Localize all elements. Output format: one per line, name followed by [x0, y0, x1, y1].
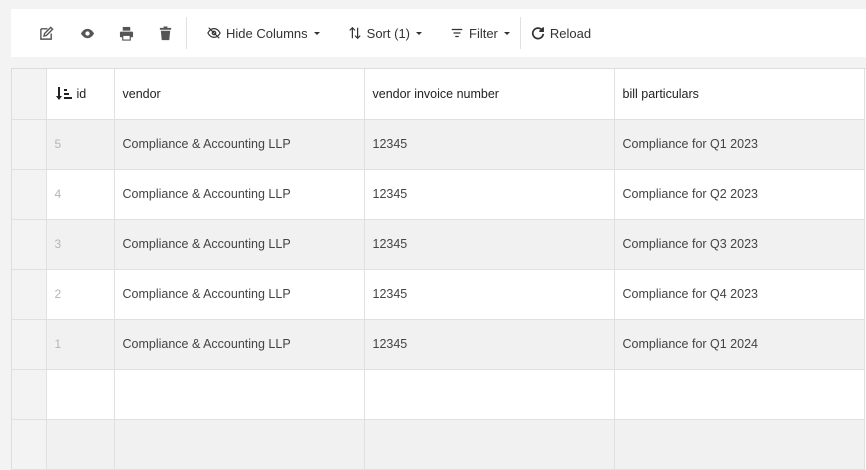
reload-button[interactable]: Reload — [527, 18, 599, 48]
empty-row[interactable] — [12, 419, 865, 470]
vendor-cell[interactable]: Compliance & Accounting LLP — [114, 269, 365, 320]
bill-particulars-cell[interactable]: Compliance for Q2 2023 — [614, 169, 865, 220]
eye-icon[interactable] — [72, 18, 102, 48]
invoice-number-cell[interactable]: 12345 — [364, 219, 615, 270]
bill-particulars-cell[interactable]: Compliance for Q4 2023 — [614, 269, 865, 320]
toolbar-divider — [186, 17, 187, 49]
row-select-cell[interactable] — [12, 269, 47, 320]
reload-icon — [531, 26, 545, 40]
id-cell[interactable]: 4 — [46, 169, 115, 220]
data-grid: id vendor vendor invoice number bill par… — [11, 68, 866, 470]
vendor-cell[interactable]: Compliance & Accounting LLP — [114, 119, 365, 170]
invoice-number-cell[interactable]: 12345 — [364, 169, 615, 220]
column-header-vendor-invoice-number[interactable]: vendor invoice number — [364, 69, 615, 120]
trash-icon[interactable] — [150, 18, 180, 48]
column-header-bill-particulars[interactable]: bill particulars — [614, 69, 865, 120]
empty-cell[interactable] — [364, 419, 615, 470]
print-icon[interactable] — [111, 18, 141, 48]
vendor-cell[interactable]: Compliance & Accounting LLP — [114, 169, 365, 220]
empty-cell[interactable] — [114, 419, 365, 470]
table-row[interactable]: 3 Compliance & Accounting LLP 12345 Comp… — [12, 219, 865, 270]
column-header-label: vendor invoice number — [372, 86, 499, 101]
caret-down-icon — [416, 31, 422, 35]
sort-button[interactable]: Sort (1) — [340, 18, 430, 48]
table-row[interactable]: 4 Compliance & Accounting LLP 12345 Comp… — [12, 169, 865, 220]
empty-cell[interactable] — [46, 419, 115, 470]
row-select-cell[interactable] — [12, 219, 47, 270]
bill-particulars-cell[interactable]: Compliance for Q1 2024 — [614, 319, 865, 370]
invoice-number-cell[interactable]: 12345 — [364, 319, 615, 370]
row-select-cell[interactable] — [12, 119, 47, 170]
invoice-number-cell[interactable]: 12345 — [364, 269, 615, 320]
sort-descending-icon — [55, 86, 72, 100]
row-select-cell[interactable] — [12, 419, 47, 470]
column-header-label: id — [76, 86, 87, 101]
empty-cell[interactable] — [364, 369, 615, 420]
bill-particulars-cell[interactable]: Compliance for Q1 2023 — [614, 119, 865, 170]
data-table: id vendor vendor invoice number bill par… — [12, 69, 865, 470]
bill-particulars-cell[interactable]: Compliance for Q3 2023 — [614, 219, 865, 270]
invoice-number-cell[interactable]: 12345 — [364, 119, 615, 170]
row-select-cell[interactable] — [12, 369, 47, 420]
row-select-cell[interactable] — [12, 319, 47, 370]
hide-columns-button[interactable]: Hide Columns — [199, 18, 328, 48]
caret-down-icon — [313, 31, 320, 35]
table-row[interactable]: 2 Compliance & Accounting LLP 12345 Comp… — [12, 269, 865, 320]
sort-label: Sort (1) — [366, 25, 410, 41]
filter-icon — [451, 28, 463, 38]
empty-cell[interactable] — [614, 419, 865, 470]
column-header-vendor[interactable]: vendor — [114, 69, 365, 120]
eye-slash-icon — [207, 27, 221, 39]
empty-cell[interactable] — [614, 369, 865, 420]
reload-label: Reload — [549, 25, 592, 41]
vendor-cell[interactable]: Compliance & Accounting LLP — [114, 219, 365, 270]
id-cell[interactable]: 2 — [46, 269, 115, 320]
table-row[interactable]: 1 Compliance & Accounting LLP 12345 Comp… — [12, 319, 865, 370]
id-cell[interactable]: 5 — [46, 119, 115, 170]
filter-button[interactable]: Filter — [442, 18, 518, 48]
column-header-label: vendor — [122, 86, 161, 101]
edit-icon[interactable] — [31, 18, 61, 48]
table-row[interactable]: 5 Compliance & Accounting LLP 12345 Comp… — [12, 119, 865, 170]
id-cell[interactable]: 3 — [46, 219, 115, 270]
filter-label: Filter — [469, 25, 498, 41]
caret-down-icon — [503, 31, 510, 35]
column-header-label: bill particulars — [622, 86, 699, 101]
empty-cell[interactable] — [114, 369, 365, 420]
empty-cell[interactable] — [46, 369, 115, 420]
row-select-cell[interactable] — [12, 169, 47, 220]
column-header-id[interactable]: id — [46, 69, 115, 120]
row-select-header[interactable] — [12, 69, 47, 120]
vendor-cell[interactable]: Compliance & Accounting LLP — [114, 319, 365, 370]
grid-toolbar: Hide Columns Sort (1) Filter Reload — [11, 9, 866, 57]
toolbar-divider — [519, 17, 521, 49]
empty-row[interactable] — [12, 369, 865, 420]
hide-columns-label: Hide Columns — [226, 25, 308, 41]
id-cell[interactable]: 1 — [46, 319, 115, 370]
sort-icon — [348, 26, 361, 40]
